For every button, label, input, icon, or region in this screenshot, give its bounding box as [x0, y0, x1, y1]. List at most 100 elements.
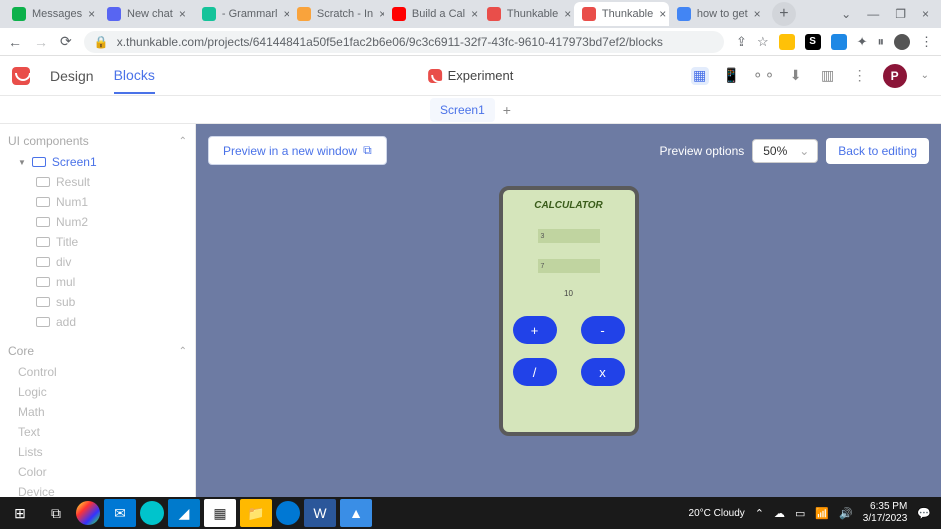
canva-taskbar-icon[interactable]	[140, 501, 164, 525]
close-icon[interactable]: ×	[471, 7, 478, 21]
language-icon[interactable]: ▭	[795, 507, 805, 520]
tree-item[interactable]: Num2	[32, 212, 195, 232]
profile-icon[interactable]	[894, 34, 910, 50]
more-icon[interactable]: ⋮	[851, 67, 869, 85]
docs-icon[interactable]: ▥	[819, 67, 837, 85]
star-icon[interactable]: ☆	[757, 34, 769, 50]
word-taskbar-icon[interactable]: W	[304, 499, 336, 527]
core-item[interactable]: Logic	[14, 382, 195, 402]
close-icon[interactable]: ×	[754, 7, 761, 21]
notifications-icon[interactable]: 💬	[917, 507, 931, 520]
url-input[interactable]: 🔒 x.thunkable.com/projects/64144841a50f5…	[84, 31, 724, 53]
add-screen-button[interactable]: +	[503, 102, 511, 118]
browser-tab-active[interactable]: Thunkable×	[574, 2, 669, 26]
chevron-up-icon[interactable]: ⌃	[179, 136, 187, 147]
browser-tab[interactable]: Thunkable×	[479, 2, 574, 26]
edge-taskbar-icon[interactable]	[276, 501, 300, 525]
download-icon[interactable]: ⬇	[787, 67, 805, 85]
close-icon[interactable]: ×	[564, 7, 571, 21]
blocks-tab[interactable]: Blocks	[114, 58, 155, 94]
core-label: Device	[18, 485, 55, 497]
tray-chevron-icon[interactable]: ⌃	[755, 507, 764, 520]
tree-item[interactable]: add	[32, 312, 195, 332]
core-item[interactable]: Lists	[14, 442, 195, 462]
tree-item[interactable]: Result	[32, 172, 195, 192]
wifi-icon[interactable]: 📶	[815, 507, 829, 520]
browser-tab[interactable]: Build a Cal×	[384, 2, 479, 26]
pause-icon[interactable]: ⏸	[878, 34, 885, 50]
subtract-button[interactable]: -	[581, 316, 625, 344]
task-view-button[interactable]: ⧉	[40, 499, 72, 527]
zoom-select[interactable]: 50%	[752, 139, 818, 163]
core-item[interactable]: Control	[14, 362, 195, 382]
minimize-icon[interactable]: —	[867, 7, 879, 21]
menu-icon[interactable]: ⋮	[920, 34, 933, 50]
tree-item[interactable]: Title	[32, 232, 195, 252]
maximize-icon[interactable]: ❐	[895, 7, 906, 21]
browser-tab[interactable]: Messages×	[4, 2, 99, 26]
num1-input[interactable]: 3	[538, 229, 600, 243]
back-to-editing-button[interactable]: Back to editing	[826, 138, 929, 164]
extension-icon[interactable]	[779, 34, 795, 50]
divide-button[interactable]: /	[513, 358, 557, 386]
browser-tab[interactable]: Scratch - In×	[289, 2, 384, 26]
design-tab[interactable]: Design	[50, 59, 94, 93]
core-item[interactable]: Math	[14, 402, 195, 422]
tab-favicon	[392, 7, 406, 21]
button-label: Preview in a new window	[223, 144, 357, 158]
component-icon	[36, 317, 50, 327]
project-name[interactable]: Experiment	[428, 68, 514, 83]
close-window-icon[interactable]: ×	[922, 7, 929, 21]
core-item[interactable]: Device	[14, 482, 195, 497]
user-avatar[interactable]: P	[883, 64, 907, 88]
extension-icon[interactable]: S	[805, 34, 821, 50]
new-tab-button[interactable]: +	[772, 2, 796, 26]
core-item[interactable]: Color	[14, 462, 195, 482]
tree-label: add	[56, 315, 76, 329]
tree-item[interactable]: div	[32, 252, 195, 272]
extension-icon[interactable]	[831, 34, 847, 50]
tree-item[interactable]: mul	[32, 272, 195, 292]
tab-label: Scratch - In	[317, 8, 373, 20]
tree-screen-root[interactable]: ▼ Screen1	[14, 152, 195, 172]
close-icon[interactable]: ×	[659, 7, 666, 21]
layout-icon[interactable]: ▦	[691, 67, 709, 85]
vscode-taskbar-icon[interactable]: ◢	[168, 499, 200, 527]
browser-tab[interactable]: - Grammarl×	[194, 2, 289, 26]
thunkable-logo[interactable]	[12, 67, 30, 85]
reload-button[interactable]: ⟳	[60, 33, 72, 50]
preview-new-window-button[interactable]: Preview in a new window ⧉	[208, 136, 387, 165]
forward-button[interactable]: →	[34, 34, 48, 50]
start-button[interactable]: ⊞	[4, 499, 36, 527]
explorer-taskbar-icon[interactable]: 📁	[240, 499, 272, 527]
browser-tab[interactable]: New chat×	[99, 2, 194, 26]
phone-icon[interactable]: 📱	[723, 67, 741, 85]
close-icon[interactable]: ×	[179, 7, 186, 21]
multiply-button[interactable]: x	[581, 358, 625, 386]
chrome-taskbar-icon[interactable]	[76, 501, 100, 525]
onedrive-icon[interactable]: ☁	[774, 507, 785, 520]
chevron-up-icon[interactable]: ⌃	[179, 346, 187, 357]
close-icon[interactable]: ×	[88, 7, 95, 21]
mail-taskbar-icon[interactable]: ✉	[104, 499, 136, 527]
screen-tab[interactable]: Screen1	[430, 98, 495, 122]
tree-item[interactable]: sub	[32, 292, 195, 312]
calendar-taskbar-icon[interactable]: ▦	[204, 499, 236, 527]
core-header[interactable]: Core ⌃	[0, 340, 195, 362]
volume-icon[interactable]: 🔊	[839, 507, 853, 520]
add-button[interactable]: +	[513, 316, 557, 344]
extensions-icon[interactable]: ✦	[857, 34, 868, 50]
share-icon[interactable]: ⚬⚬	[755, 67, 773, 85]
chevron-down-icon[interactable]: ⌄	[921, 70, 929, 81]
browser-tab[interactable]: how to get×	[669, 2, 764, 26]
chevron-down-icon[interactable]: ⌄	[841, 7, 851, 21]
num2-input[interactable]: 7	[538, 259, 600, 273]
back-button[interactable]: ←	[8, 34, 22, 50]
core-item[interactable]: Text	[14, 422, 195, 442]
tree-item[interactable]: Num1	[32, 192, 195, 212]
ui-components-header[interactable]: UI components ⌃	[0, 130, 195, 152]
weather-widget[interactable]: 20°C Cloudy	[689, 508, 745, 519]
photos-taskbar-icon[interactable]: ▲	[340, 499, 372, 527]
share-icon[interactable]: ⇪	[736, 34, 747, 50]
system-clock[interactable]: 6:35 PM 3/17/2023	[863, 501, 908, 525]
